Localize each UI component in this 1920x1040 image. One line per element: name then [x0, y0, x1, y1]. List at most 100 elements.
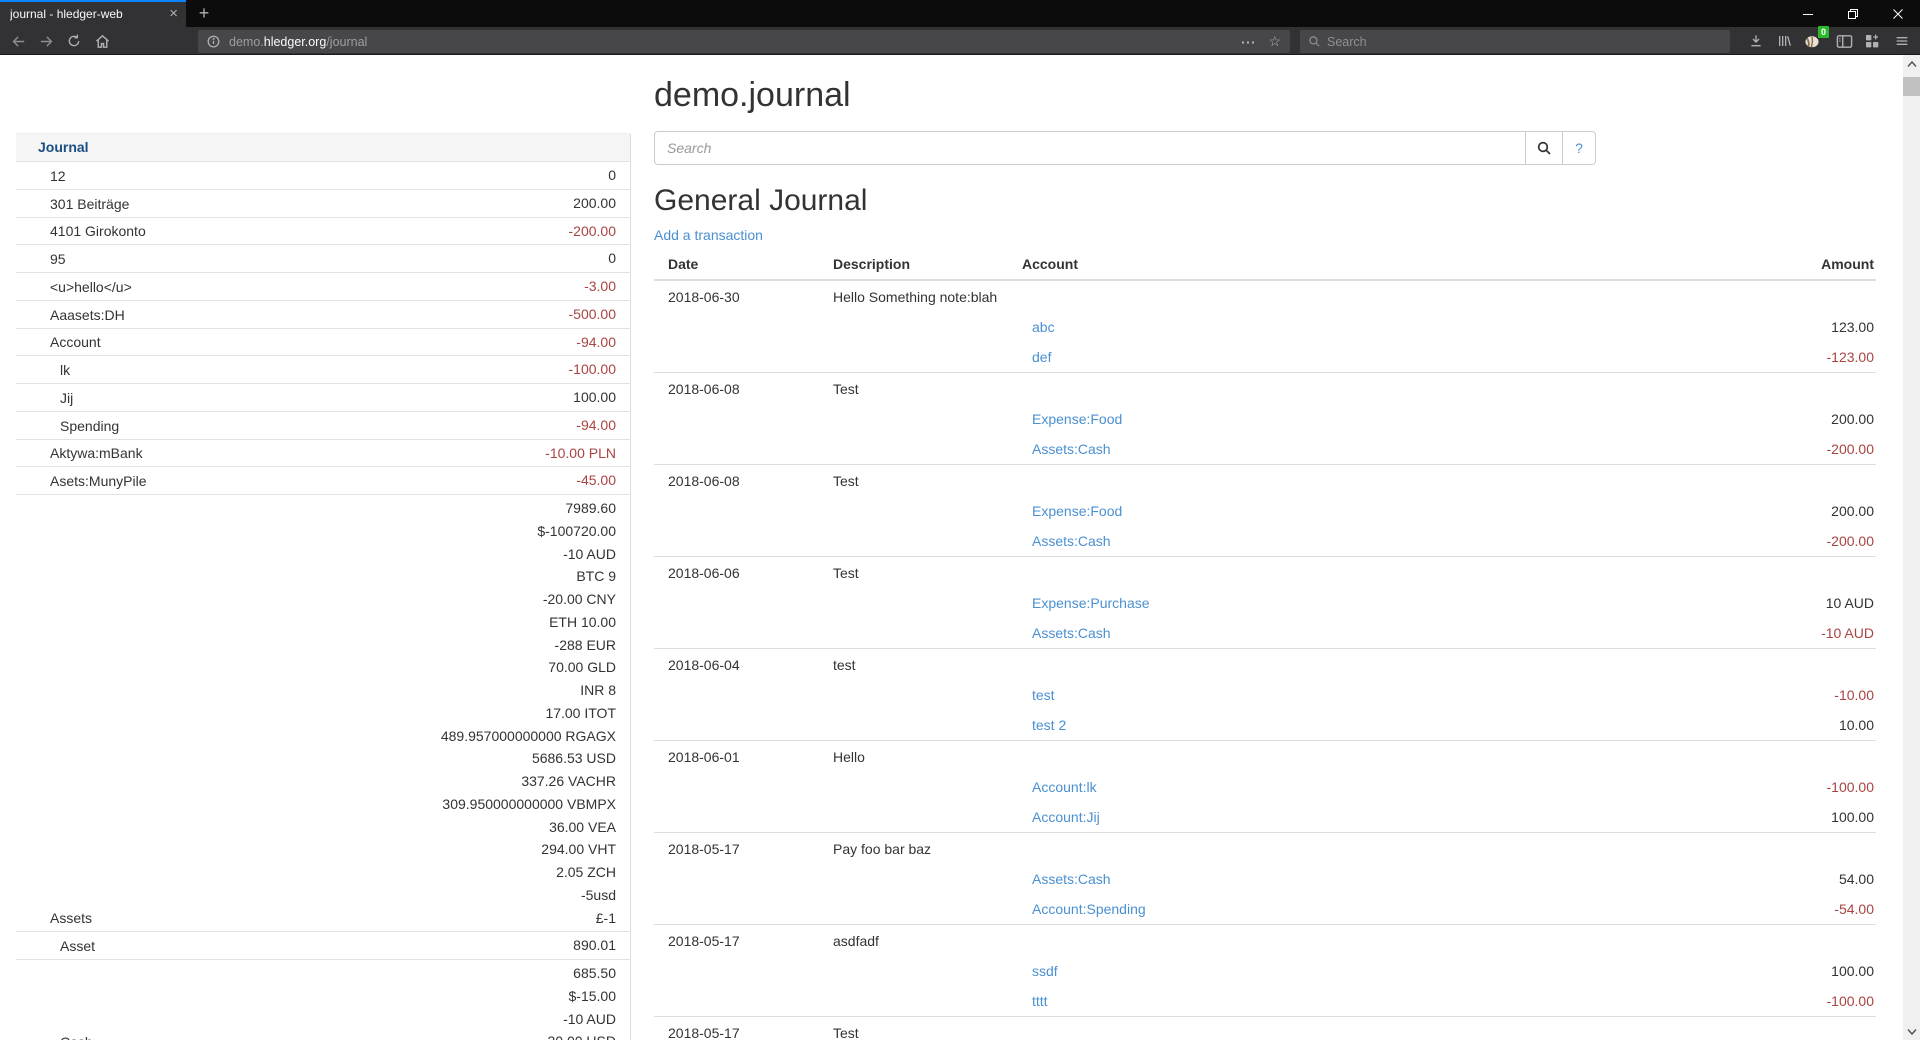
- site-info-icon[interactable]: [206, 34, 221, 49]
- empty-cell: [1656, 1017, 1876, 1040]
- posting-row: Assets:Cash-200.00: [654, 434, 1876, 465]
- sidebar-account-link[interactable]: Aktywa:mBank: [50, 445, 143, 461]
- posting-account-link[interactable]: ssdf: [1032, 963, 1058, 979]
- extension-badger-icon[interactable]: 0: [1800, 30, 1824, 52]
- empty-cell: [654, 526, 833, 557]
- scroll-down-icon[interactable]: [1903, 1023, 1920, 1040]
- empty-cell: [833, 710, 1022, 741]
- sidebar-account-row: Asets:MunyPile-45.00: [16, 467, 631, 495]
- posting-account-link[interactable]: Account:lk: [1032, 779, 1097, 795]
- balance-amount: 200.00: [266, 192, 616, 215]
- posting-account-link[interactable]: tttt: [1032, 993, 1048, 1009]
- download-icon[interactable]: [1744, 30, 1768, 52]
- bookmark-star-icon[interactable]: ☆: [1268, 33, 1281, 50]
- tab-close-icon[interactable]: ×: [169, 6, 178, 21]
- posting-account-link[interactable]: Assets:Cash: [1032, 533, 1111, 549]
- sidebar-account-link[interactable]: lk: [60, 362, 70, 378]
- sidebar-account-link[interactable]: 4101 Girokonto: [50, 223, 146, 239]
- reload-icon[interactable]: [62, 30, 86, 52]
- add-transaction-link[interactable]: Add a transaction: [654, 227, 763, 243]
- window-minimize-icon[interactable]: [1785, 0, 1830, 27]
- window-restore-icon[interactable]: [1830, 0, 1875, 27]
- posting-account-link[interactable]: Expense:Food: [1032, 411, 1122, 427]
- browser-tab[interactable]: journal - hledger-web ×: [0, 0, 186, 27]
- sidebar-account-name: Aaasets:DH: [16, 300, 266, 328]
- page-actions-icon[interactable]: ⋯: [1240, 33, 1256, 51]
- sidebar-account-link[interactable]: Account: [50, 334, 101, 350]
- balance-amount: -30.00 USD: [266, 1030, 616, 1040]
- journal-search-form: ?: [654, 131, 1596, 165]
- sidebar-account-link[interactable]: Aaasets:DH: [50, 307, 125, 323]
- page-scrollbar[interactable]: [1903, 55, 1920, 1040]
- sidebar-account-link[interactable]: Cash: [60, 1034, 93, 1040]
- posting-account: Assets:Cash: [1022, 618, 1656, 649]
- posting-account-link[interactable]: Assets:Cash: [1032, 625, 1111, 641]
- window-close-icon[interactable]: [1875, 0, 1920, 27]
- journal-main: demo.journal ? General Journal Add a tra…: [654, 55, 1876, 1040]
- posting-account-link[interactable]: Account:Jij: [1032, 809, 1100, 825]
- balance-amount: -94.00: [266, 331, 616, 354]
- back-icon[interactable]: [6, 30, 30, 52]
- posting-account-link[interactable]: test 2: [1032, 717, 1066, 733]
- empty-cell: [833, 864, 1022, 894]
- transaction-description: Pay foo bar baz: [833, 833, 1022, 865]
- sidebar-account-link[interactable]: 301 Beiträge: [50, 196, 129, 212]
- transaction-description: Hello: [833, 741, 1022, 773]
- balance-amount: 337.26 VACHR: [266, 770, 616, 793]
- sidebar-account-link[interactable]: Spending: [60, 418, 119, 434]
- sidebar-account-balance: 200.00: [266, 189, 630, 217]
- browser-chrome: journal - hledger-web × +: [0, 0, 1920, 55]
- sidebar-account-link[interactable]: <u>hello</u>: [50, 279, 132, 295]
- new-container-grid-icon[interactable]: [1860, 30, 1884, 52]
- sidebar-account-link[interactable]: 95: [50, 251, 66, 267]
- sidebar-account-link[interactable]: Assets: [50, 910, 92, 926]
- balance-amount: 309.950000000000 VBMPX: [266, 793, 616, 816]
- scroll-up-icon[interactable]: [1903, 55, 1920, 72]
- forward-icon[interactable]: [34, 30, 58, 52]
- sidebar-account-balance: 100.00: [266, 384, 630, 412]
- sidebar-account-name: lk: [16, 356, 266, 384]
- empty-cell: [1656, 280, 1876, 312]
- posting-account-link[interactable]: Assets:Cash: [1032, 441, 1111, 457]
- scrollbar-thumb[interactable]: [1903, 77, 1920, 96]
- posting-account-link[interactable]: Expense:Food: [1032, 503, 1122, 519]
- library-icon[interactable]: [1772, 30, 1796, 52]
- sidebar-account-name: 95: [16, 245, 266, 273]
- balance-amount: 0: [266, 164, 616, 187]
- balance-amount: 0: [266, 247, 616, 270]
- posting-account-link[interactable]: Assets:Cash: [1032, 871, 1111, 887]
- balance-amount: 294.00 VHT: [266, 838, 616, 861]
- balance-amount: 890.01: [266, 934, 616, 957]
- posting-account: Assets:Cash: [1022, 434, 1656, 465]
- sidebar-toggle-icon[interactable]: [1832, 30, 1856, 52]
- sidebar-journal-link[interactable]: Journal: [38, 139, 89, 155]
- sidebar-account-link[interactable]: Asets:MunyPile: [50, 473, 146, 489]
- posting-account-link[interactable]: Account:Spending: [1032, 901, 1146, 917]
- tab-bar: journal - hledger-web × +: [0, 0, 1920, 27]
- transaction-row: 2018-06-01Hello: [654, 741, 1876, 773]
- sidebar-account-link[interactable]: Jij: [60, 390, 73, 406]
- search-submit-button[interactable]: [1526, 131, 1563, 165]
- posting-account-link[interactable]: abc: [1032, 319, 1055, 335]
- new-tab-button[interactable]: +: [192, 2, 216, 26]
- menu-hamburger-icon[interactable]: [1890, 30, 1914, 52]
- url-bar[interactable]: demo.hledger.org/journal ⋯ ☆: [198, 30, 1290, 53]
- sidebar-account-row: Aktywa:mBank-10.00 PLN: [16, 439, 631, 467]
- sidebar-account-link[interactable]: Asset: [60, 938, 95, 954]
- posting-account: test 2: [1022, 710, 1656, 741]
- sidebar-account-link[interactable]: 12: [50, 168, 66, 184]
- posting-account-link[interactable]: test: [1032, 687, 1055, 703]
- search-help-button[interactable]: ?: [1563, 131, 1596, 165]
- sidebar-account-name: Spending: [16, 411, 266, 439]
- active-tab-stripe: [0, 0, 186, 2]
- search-icon: [1536, 140, 1552, 156]
- posting-amount: 54.00: [1656, 864, 1876, 894]
- journal-search-input[interactable]: [654, 131, 1526, 165]
- chrome-search-bar[interactable]: Search: [1300, 30, 1730, 53]
- home-icon[interactable]: [90, 30, 114, 52]
- sidebar-account-balance: -94.00: [266, 411, 630, 439]
- posting-account-link[interactable]: def: [1032, 349, 1051, 365]
- chrome-search-icon: [1308, 35, 1321, 48]
- posting-account-link[interactable]: Expense:Purchase: [1032, 595, 1150, 611]
- empty-cell: [654, 404, 833, 434]
